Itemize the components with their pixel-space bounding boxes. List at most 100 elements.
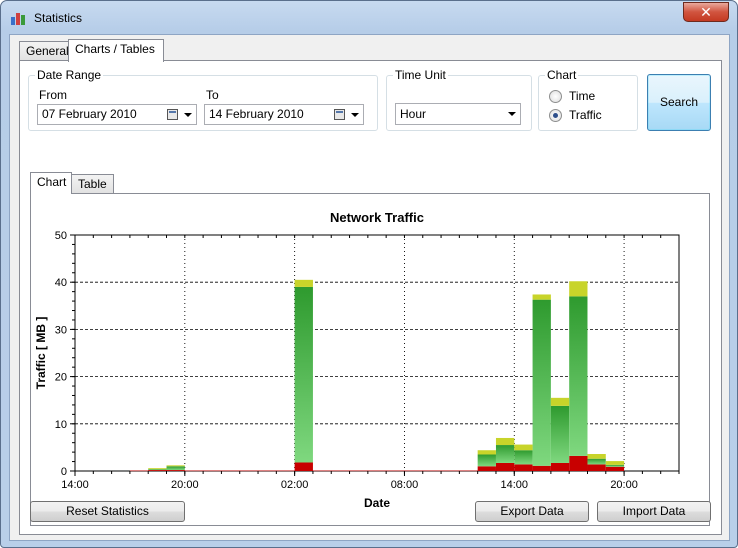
time-radio[interactable] <box>549 90 562 103</box>
time-unit-label: Time Unit <box>393 68 448 82</box>
close-button[interactable]: ✕ <box>683 2 729 22</box>
y-tick-label: 30 <box>55 324 67 336</box>
plot-area <box>74 234 680 472</box>
bar-segment <box>550 462 570 471</box>
tab-general[interactable]: General <box>19 41 69 61</box>
bar-segment <box>404 470 423 472</box>
x-tick-label: 20:00 <box>171 479 199 491</box>
bar-segment <box>569 455 588 471</box>
export-data-button[interactable]: Export Data <box>475 501 589 522</box>
from-label: From <box>39 88 67 102</box>
bar-segment <box>495 445 515 463</box>
to-date-value: 14 February 2010 <box>209 107 304 121</box>
bar-segment <box>532 294 551 300</box>
bar-segment <box>386 470 405 472</box>
traffic-radio[interactable] <box>549 109 562 122</box>
x-tick-label: 20:00 <box>610 479 638 491</box>
x-tick-label: 08:00 <box>391 479 419 491</box>
calendar-icon[interactable] <box>334 109 345 120</box>
tab-chart[interactable]: Chart <box>30 172 72 194</box>
to-date-picker[interactable]: 14 February 2010 <box>204 104 364 125</box>
bar-segment <box>495 437 515 446</box>
bar-segment <box>550 405 570 463</box>
bar-segment <box>477 466 496 471</box>
bar-segment <box>587 458 606 465</box>
bar-segment <box>148 468 167 470</box>
bar-segment <box>203 470 222 472</box>
bar-segment <box>166 465 185 467</box>
bar-segment <box>422 470 442 472</box>
bar-segment <box>166 470 185 471</box>
x-tick-label: 14:00 <box>501 479 529 491</box>
bar-segment <box>148 469 167 471</box>
bar-segment <box>331 470 350 472</box>
x-tick-label: 14:00 <box>61 479 89 491</box>
bar-segment <box>129 470 149 472</box>
chevron-down-icon[interactable] <box>508 112 516 116</box>
y-axis-label: Traffic [ MB ] <box>34 317 48 390</box>
bar-segment <box>258 470 277 472</box>
title-bar[interactable]: Statistics ✕ <box>1 1 737 35</box>
bar-chart-icon <box>11 13 25 25</box>
bar-segment <box>569 281 588 297</box>
calendar-icon[interactable] <box>167 109 178 120</box>
y-tick-label: 40 <box>55 277 67 289</box>
bar-segment <box>587 454 606 459</box>
bar-segment <box>312 470 332 472</box>
network-traffic-chart: 0 10 20 30 40 50 14:00 20:00 02:00 08:00 14:00 20:0… <box>34 210 680 510</box>
from-date-picker[interactable]: 07 February 2010 <box>37 104 197 125</box>
bar-segment <box>587 464 606 471</box>
bar-segment <box>477 454 496 467</box>
to-label: To <box>206 88 219 102</box>
bar-segment <box>514 450 533 465</box>
date-range-group: Date Range From 07 February 2010 To 14 F… <box>28 68 378 131</box>
bar-segment <box>605 466 625 471</box>
window-title: Statistics <box>34 11 83 25</box>
tab-table[interactable]: Table <box>71 174 114 194</box>
bar-segment <box>459 470 478 472</box>
chart-title: Network Traffic <box>330 210 424 225</box>
bar-segment <box>166 466 185 471</box>
x-axis-label: Date <box>364 496 390 510</box>
chart-page: 0 10 20 30 40 50 14:00 20:00 02:00 08:00 14:00 20:0… <box>30 193 710 526</box>
chevron-down-icon[interactable] <box>184 113 192 117</box>
y-tick-label: 10 <box>55 419 67 431</box>
bar-segment <box>477 450 496 455</box>
chart-mode-label: Chart <box>545 68 579 82</box>
bar-segment <box>294 462 313 471</box>
reset-statistics-button[interactable]: Reset Statistics <box>30 501 185 522</box>
bar-segment <box>514 444 533 451</box>
chevron-down-icon[interactable] <box>351 113 359 117</box>
client-area: General Charts / Tables Date Range From … <box>9 34 730 541</box>
x-tick-label: 02:00 <box>281 479 309 491</box>
time-unit-value: Hour <box>400 107 427 121</box>
bar-segment <box>184 470 204 472</box>
traffic-radio-label[interactable]: Traffic <box>569 108 602 122</box>
time-unit-select[interactable]: Hour <box>395 103 521 125</box>
bar-segment <box>276 470 295 472</box>
bar-segment <box>367 470 387 472</box>
statistics-window: Statistics ✕ General Charts / Tables Dat… <box>0 0 738 548</box>
bar-segment <box>605 461 625 465</box>
y-tick-label: 20 <box>55 372 67 384</box>
bar-segment <box>294 286 313 463</box>
bar-segment <box>532 299 551 466</box>
bar-segment <box>514 464 533 471</box>
from-date-value: 07 February 2010 <box>42 107 137 121</box>
bar-segment <box>221 470 240 472</box>
bar-segment <box>239 470 259 472</box>
bar-segment <box>148 470 167 471</box>
bar-segment <box>294 279 313 287</box>
tab-charts-tables[interactable]: Charts / Tables <box>68 39 164 62</box>
chart-mode-group: Chart Time Traffic <box>538 68 638 131</box>
bar-segment <box>550 397 570 406</box>
bar-segment <box>605 464 625 467</box>
search-button[interactable]: Search <box>647 74 711 131</box>
bar-segment <box>349 470 368 472</box>
date-range-label: Date Range <box>35 68 104 82</box>
charts-tables-page: Date Range From 07 February 2010 To 14 F… <box>19 60 722 535</box>
time-radio-label[interactable]: Time <box>569 89 595 103</box>
y-tick-label: 50 <box>55 230 67 242</box>
bar-segment <box>532 465 551 471</box>
import-data-button[interactable]: Import Data <box>597 501 711 522</box>
